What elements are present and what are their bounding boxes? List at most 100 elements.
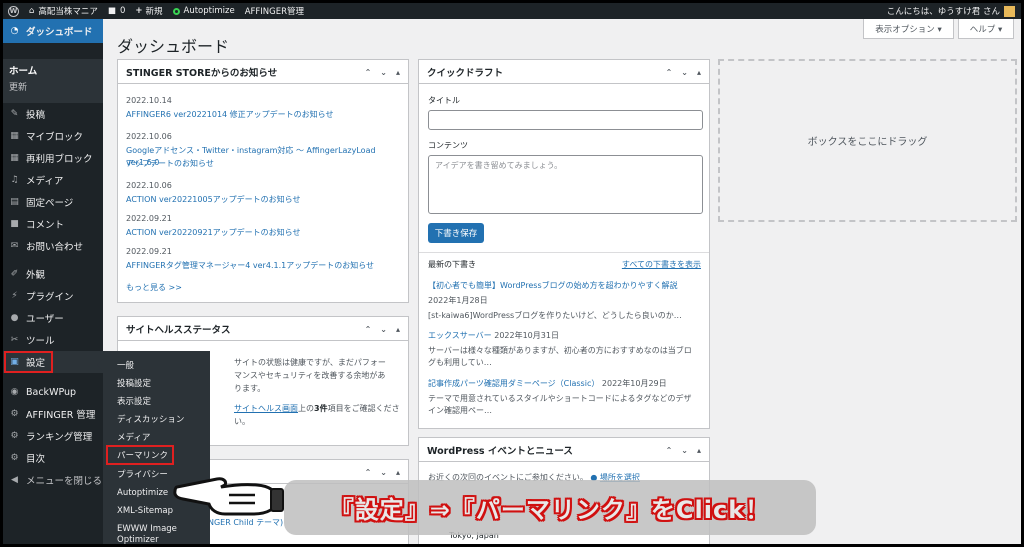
- move-up-icon[interactable]: ⌃: [365, 468, 372, 477]
- screen-options-button[interactable]: 表示オプション ▾: [863, 19, 954, 39]
- site-health-link[interactable]: サイトヘルス画面: [234, 404, 298, 413]
- sidebar-item-myblock[interactable]: ▦ マイブロック: [3, 125, 103, 147]
- move-down-icon[interactable]: ⌄: [380, 325, 387, 334]
- settings-privacy-link[interactable]: プライバシー: [117, 468, 168, 480]
- sidebar-item-label: ダッシュボード: [26, 27, 93, 38]
- toggle-panel-icon[interactable]: ▴: [396, 468, 400, 477]
- toggle-panel-icon[interactable]: ▴: [396, 325, 400, 334]
- settings-xml-sitemap-link[interactable]: XML-Sitemap: [117, 506, 173, 516]
- sidebar-item-users[interactable]: ● ユーザー: [3, 307, 103, 329]
- affinger-admin-link[interactable]: AFFINGER管理: [240, 3, 309, 19]
- settings-ewww-link[interactable]: EWWW Image: [117, 524, 177, 534]
- content-label: コンテンツ: [428, 141, 468, 150]
- gear-icon: ⚙: [10, 431, 19, 441]
- sidebar-item-affinger[interactable]: ⚙ AFFINGER 管理: [3, 403, 103, 425]
- sidebar-item-label: ユーザー: [26, 314, 64, 325]
- gear-icon: ⚙: [10, 409, 19, 419]
- sidebar-item-ranking[interactable]: ⚙ ランキング管理: [3, 425, 103, 447]
- draft-item: 記事作成パーツ確認用ダミーページ（Classic） 2022年10月29日: [428, 378, 667, 390]
- news-date: 2022.10.06: [126, 132, 172, 141]
- news-date: 2022.09.21: [126, 214, 172, 223]
- sidebar-item-label: ツール: [26, 336, 55, 347]
- toggle-panel-icon[interactable]: ▴: [396, 68, 400, 77]
- health-text: サイトヘルス画面上の3件項目をご確認くださ: [234, 403, 400, 415]
- settings-reading-link[interactable]: 表示設定: [117, 395, 151, 407]
- draft-item: エックスサーバー 2022年10月31日: [428, 330, 559, 342]
- affinger-label: AFFINGER管理: [244, 7, 305, 17]
- sidebar-item-contact[interactable]: ✉ お問い合わせ: [3, 235, 103, 257]
- settings-autoptimize-link[interactable]: Autoptimize: [117, 488, 168, 498]
- plugin-icon: ⚡: [11, 291, 18, 301]
- plus-icon: +: [135, 6, 143, 16]
- sidebar-item-media[interactable]: ♫ メディア: [3, 169, 103, 191]
- sidebar-item-label: メニューを閉じる: [26, 476, 103, 487]
- sidebar-item-dashboard[interactable]: ◔ ダッシュボード: [3, 19, 103, 43]
- empty-drop-zone[interactable]: ボックスをここにドラッグ: [718, 59, 1017, 222]
- draft-link[interactable]: エックスサーバー: [428, 331, 492, 340]
- sidebar-item-comments[interactable]: ■ コメント: [3, 213, 103, 235]
- home-icon: ⌂: [29, 6, 35, 16]
- settings-discussion-link[interactable]: ディスカッション: [117, 413, 184, 425]
- settings-media-link[interactable]: メディア: [117, 431, 150, 443]
- user-account-menu[interactable]: こんにちは、ゆうすけ君 さん: [887, 3, 1015, 19]
- sidebar-item-label: メディア: [26, 176, 64, 187]
- move-down-icon[interactable]: ⌄: [380, 468, 387, 477]
- collapse-menu-button[interactable]: ◀ メニューを閉じる: [3, 469, 103, 491]
- child-theme-link[interactable]: NGER Child テーマ): [208, 518, 283, 527]
- move-down-icon[interactable]: ⌄: [681, 68, 688, 77]
- view-all-drafts-link[interactable]: すべての下書きを表示: [622, 259, 701, 271]
- sidebar-item-label: コメント: [26, 220, 65, 231]
- autoptimize-link[interactable]: Autoptimize: [168, 3, 240, 19]
- admin-bar: W ⌂ 高配当株マニア ■ 0 + 新規 Autoptimize AFFINGER管理…: [3, 3, 1021, 19]
- move-up-icon[interactable]: ⌃: [365, 325, 372, 334]
- sidebar-item-backwpup[interactable]: ◉ BackWPup: [3, 381, 103, 403]
- move-up-icon[interactable]: ⌃: [365, 68, 372, 77]
- health-text-part: 上の: [298, 404, 314, 413]
- draft-link[interactable]: 記事作成パーツ確認用ダミーページ（Classic）: [428, 379, 599, 388]
- sidebar-item-appearance[interactable]: ✐ 外観: [3, 263, 103, 285]
- news-link[interactable]: AFFINGERタグ管理マネージャー4 ver4.1.1アップデートのお知らせ: [126, 260, 374, 272]
- health-text-part: 項目をご確認くださ: [327, 404, 400, 413]
- highlight-settings: [4, 351, 53, 373]
- submenu-item-updates[interactable]: 更新: [9, 80, 27, 93]
- toggle-panel-icon[interactable]: ▴: [697, 68, 701, 77]
- news-link[interactable]: アップデートのお知らせ: [126, 158, 214, 170]
- news-link[interactable]: AFFINGER6 ver20221014 修正アップデートのお知らせ: [126, 109, 334, 121]
- settings-general-link[interactable]: 一般: [117, 359, 134, 371]
- move-up-icon[interactable]: ⌃: [666, 68, 673, 77]
- sidebar-item-posts[interactable]: ✎ 投稿: [3, 103, 103, 125]
- draft-date: 2022年10月29日: [601, 379, 667, 388]
- move-down-icon[interactable]: ⌄: [681, 446, 688, 455]
- move-up-icon[interactable]: ⌃: [666, 446, 673, 455]
- draft-date: 2022年10月31日: [494, 331, 559, 340]
- move-down-icon[interactable]: ⌄: [380, 68, 387, 77]
- submenu-item-home[interactable]: ホーム: [9, 63, 37, 77]
- news-date: 2022.10.06: [126, 181, 172, 190]
- wp-logo-button[interactable]: W: [3, 3, 24, 19]
- settings-ewww-link-line2[interactable]: Optimizer: [117, 535, 159, 544]
- more-news-link[interactable]: もっと見る >>: [126, 282, 182, 294]
- draft-title-input[interactable]: [428, 110, 703, 130]
- instruction-callout: 『設定』⇒『パーマリンク』をClick！: [284, 480, 816, 535]
- site-name-link[interactable]: ⌂ 高配当株マニア: [24, 3, 103, 19]
- sidebar-item-label: プラグイン: [26, 292, 74, 303]
- news-link[interactable]: ACTION ver20221005アップデートのお知らせ: [126, 194, 301, 206]
- sidebar-item-plugins[interactable]: ⚡ プラグイン: [3, 285, 103, 307]
- settings-writing-link[interactable]: 投稿設定: [117, 377, 151, 389]
- news-link[interactable]: ACTION ver20220921アップデートのお知らせ: [126, 227, 301, 239]
- sidebar-item-reusable-blocks[interactable]: ▦ 再利用ブロック: [3, 147, 103, 169]
- draft-excerpt: グも利用してい…: [428, 358, 492, 367]
- save-draft-button[interactable]: 下書き保存: [428, 223, 484, 243]
- sidebar-item-toc[interactable]: ⚙ 目次: [3, 447, 103, 469]
- mail-icon: ✉: [10, 241, 19, 251]
- toggle-panel-icon[interactable]: ▴: [697, 446, 701, 455]
- comments-link[interactable]: ■ 0: [103, 3, 130, 19]
- sidebar-item-label: 投稿: [26, 110, 46, 121]
- sidebar-item-pages[interactable]: ▤ 固定ページ: [3, 191, 103, 213]
- help-button[interactable]: ヘルプ ▾: [958, 19, 1014, 39]
- sidebar-item-tools[interactable]: ✂ ツール: [3, 329, 103, 351]
- sidebar-item-label: 外観: [26, 270, 46, 281]
- draft-link[interactable]: 【初心者でも簡単】WordPressブログの始め方を超わかりやすく解説: [428, 280, 678, 292]
- draft-content-textarea[interactable]: アイデアを書き留めてみましょう。: [428, 155, 703, 214]
- new-content-button[interactable]: + 新規: [130, 3, 167, 19]
